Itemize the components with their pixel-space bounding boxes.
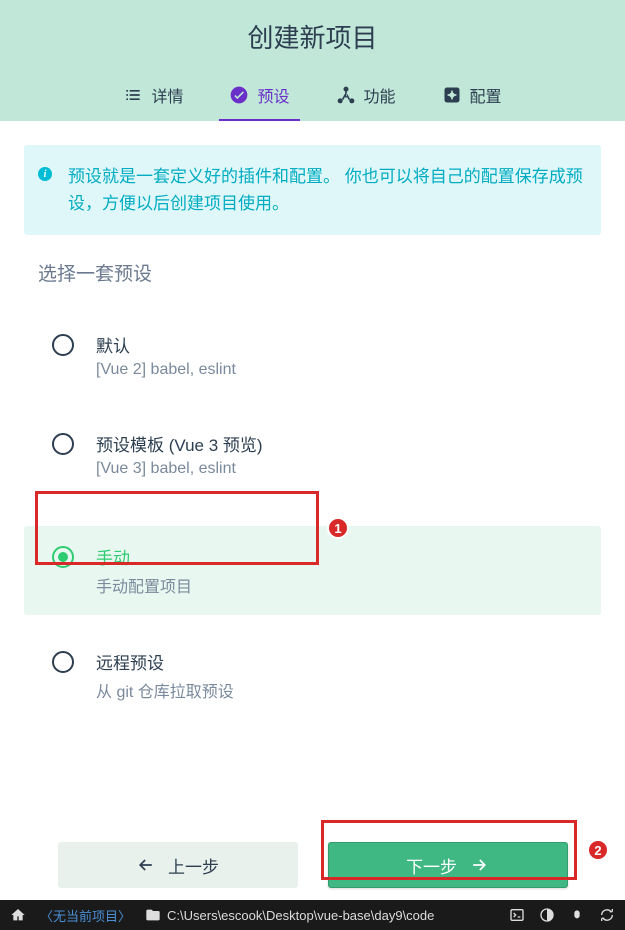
footer-buttons: 上一步 下一步 <box>0 842 625 888</box>
tab-label: 预设 <box>257 83 289 107</box>
section-title: 选择一套预设 <box>38 259 601 286</box>
radio-icon <box>52 651 74 673</box>
preset-option-default[interactable]: 默认 [Vue 2] babel, eslint <box>24 314 601 397</box>
header: 创建新项目 详情 预设 功能 配置 <box>0 0 625 121</box>
settings-icon <box>442 85 462 105</box>
tab-label: 配置 <box>470 83 502 107</box>
refresh-icon[interactable] <box>599 907 615 923</box>
back-button-label: 上一步 <box>168 853 219 878</box>
tab-presets[interactable]: 预设 <box>225 73 293 121</box>
option-title: 预设模板 (Vue 3 预览) <box>96 431 263 456</box>
list-icon <box>123 85 143 105</box>
path-indicator[interactable]: C:\Users\escook\Desktop\vue-base\day9\co… <box>145 907 434 923</box>
arrow-left-icon <box>136 855 156 875</box>
tab-label: 详情 <box>151 83 183 107</box>
radio-icon <box>52 433 74 455</box>
status-bar: 〈无当前项目〉 C:\Users\escook\Desktop\vue-base… <box>0 900 625 930</box>
page-title: 创建新项目 <box>0 18 625 73</box>
contrast-icon[interactable] <box>539 907 555 923</box>
next-button[interactable]: 下一步 <box>328 842 568 888</box>
bug-icon[interactable] <box>569 907 585 923</box>
back-button[interactable]: 上一步 <box>58 842 298 888</box>
no-project-label[interactable]: 〈无当前项目〉 <box>40 906 131 925</box>
info-text: 预设就是一套定义好的插件和配置。 你也可以将自己的配置保存成预设，方便以后创建项… <box>68 163 583 217</box>
folder-icon <box>145 907 161 923</box>
terminal-icon[interactable] <box>509 907 525 923</box>
tabs-bar: 详情 预设 功能 配置 <box>0 73 625 121</box>
option-desc: [Vue 3] babel, eslint <box>96 460 263 478</box>
hub-icon <box>336 85 356 105</box>
option-desc: 从 git 仓库拉取预设 <box>96 678 234 702</box>
radio-icon <box>52 546 74 568</box>
tab-config[interactable]: 配置 <box>438 73 506 121</box>
tab-features[interactable]: 功能 <box>332 73 400 121</box>
path-text: C:\Users\escook\Desktop\vue-base\day9\co… <box>167 908 434 923</box>
option-desc: 手动配置项目 <box>96 573 192 597</box>
tab-label: 功能 <box>364 83 396 107</box>
arrow-right-icon <box>469 855 489 875</box>
preset-options: 默认 [Vue 2] babel, eslint 预设模板 (Vue 3 预览)… <box>24 314 601 720</box>
option-title: 默认 <box>96 332 236 357</box>
tab-details[interactable]: 详情 <box>119 73 187 121</box>
option-title: 远程预设 <box>96 649 234 674</box>
main-content: i 预设就是一套定义好的插件和配置。 你也可以将自己的配置保存成预设，方便以后创… <box>0 121 625 720</box>
preset-option-vue3preview[interactable]: 预设模板 (Vue 3 预览) [Vue 3] babel, eslint <box>24 413 601 496</box>
option-desc: [Vue 2] babel, eslint <box>96 361 236 379</box>
next-button-label: 下一步 <box>406 853 457 878</box>
radio-icon <box>52 334 74 356</box>
info-box: i 预设就是一套定义好的插件和配置。 你也可以将自己的配置保存成预设，方便以后创… <box>24 145 601 235</box>
preset-option-manual[interactable]: 手动 手动配置项目 <box>24 526 601 615</box>
home-button[interactable] <box>10 907 26 923</box>
option-title: 手动 <box>96 544 192 569</box>
preset-option-remote[interactable]: 远程预设 从 git 仓库拉取预设 <box>24 631 601 720</box>
check-circle-icon <box>229 85 249 105</box>
info-icon: i <box>38 167 52 181</box>
